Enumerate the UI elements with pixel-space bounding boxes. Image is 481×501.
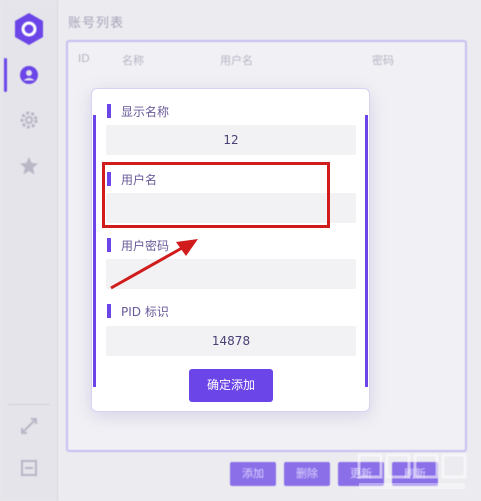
add-button[interactable]: 添加 (230, 462, 276, 486)
sidebar-divider (8, 404, 50, 405)
pid-input[interactable]: 14878 (106, 326, 356, 356)
user-icon[interactable] (19, 65, 39, 85)
app-window: 账号列表 ID 名称 用户名 密码 添加 删除 更新 刷新 显示名称 12 用户… (0, 0, 481, 501)
active-indicator (4, 58, 7, 92)
column-name[interactable]: 名称 (122, 52, 144, 68)
expand-icon[interactable] (19, 416, 39, 436)
annotation-highlight (102, 162, 330, 228)
column-password[interactable]: 密码 (372, 52, 394, 68)
annotation-arrow-icon (110, 239, 198, 290)
page-title: 账号列表 (68, 16, 125, 31)
sidebar (0, 0, 58, 501)
dialog-accent-left (93, 115, 96, 387)
exit-icon[interactable] (19, 458, 39, 478)
display-name-label: 显示名称 (107, 103, 169, 120)
pid-label: PID 标识 (107, 303, 169, 320)
display-name-input[interactable]: 12 (106, 125, 356, 155)
dialog-accent-right (365, 115, 368, 387)
app-logo-icon[interactable] (13, 12, 45, 46)
star-icon[interactable] (19, 156, 39, 176)
delete-button[interactable]: 删除 (284, 462, 330, 486)
column-username[interactable]: 用户名 (220, 52, 253, 68)
table-header: ID 名称 用户名 密码 (68, 52, 465, 70)
gear-icon[interactable] (19, 110, 39, 130)
confirm-add-button[interactable]: 确定添加 (189, 369, 273, 402)
column-id[interactable]: ID (78, 52, 90, 65)
watermark-logo-icon (357, 453, 467, 489)
